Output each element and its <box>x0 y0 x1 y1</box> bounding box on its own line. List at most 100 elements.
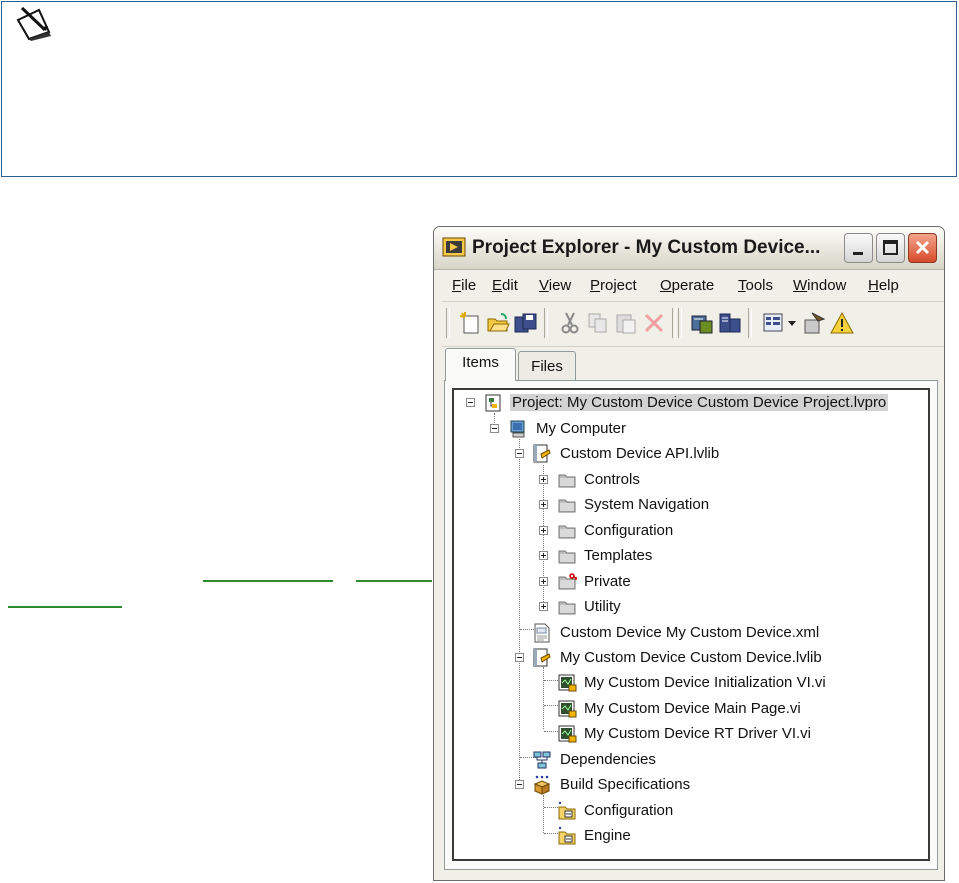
delete-icon[interactable] <box>642 311 666 335</box>
menu-operate[interactable]: Operate <box>660 277 714 294</box>
tree-item-label: Build Specifications <box>560 776 691 793</box>
note-icon <box>16 6 51 41</box>
tree-item-label: My Custom Device RT Driver VI.vi <box>584 725 811 742</box>
toolbar-separator <box>748 308 752 338</box>
tree-item-custom-device-lvlib[interactable]: My Custom Device Custom Device.lvlib <box>454 645 928 670</box>
tree-item-main-page-vi[interactable]: My Custom Device Main Page.vi <box>454 696 928 721</box>
expand-toggle[interactable] <box>539 577 548 586</box>
title-bar[interactable]: Project Explorer - My Custom Device... <box>434 227 944 270</box>
menu-project[interactable]: Project <box>590 277 637 294</box>
tree-item-engine[interactable]: Engine <box>454 823 928 848</box>
close-button[interactable] <box>908 233 937 263</box>
menu-edit[interactable]: Edit <box>492 277 518 294</box>
tree-item-system-navigation[interactable]: System Navigation <box>454 492 928 517</box>
tree-item-label: Configuration <box>584 802 674 819</box>
folder-icon <box>558 474 576 488</box>
tree-item-label: My Custom Device Main Page.vi <box>584 700 801 717</box>
tree-item-label: Custom Device API.lvlib <box>560 445 720 462</box>
cut-icon[interactable] <box>558 311 582 335</box>
tree-item-label: Engine <box>584 827 631 844</box>
tree-item-label: Utility <box>584 598 621 615</box>
menu-view[interactable]: View <box>539 277 571 294</box>
tree-item-configuration-folder[interactable]: Configuration <box>454 518 928 543</box>
tree-item-utility[interactable]: Utility <box>454 594 928 619</box>
tree-item-label: My Custom Device Initialization VI.vi <box>584 674 826 691</box>
vi-icon <box>558 700 577 718</box>
tree-item-custom-device-api[interactable]: Custom Device API.lvlib <box>454 441 928 466</box>
tree-item-templates[interactable]: Templates <box>454 543 928 568</box>
tree-item-label: Project: My Custom Device Custom Device … <box>510 394 889 411</box>
hyperlink[interactable] <box>8 606 122 608</box>
tree-item-my-computer[interactable]: My Computer <box>454 416 928 441</box>
folder-icon <box>558 550 576 564</box>
project-tree[interactable]: Project: My Custom Device Custom Device … <box>452 388 930 861</box>
menu-file[interactable]: File <box>452 277 476 294</box>
build-icon[interactable] <box>690 311 714 335</box>
tree-item-initialization-vi[interactable]: My Custom Device Initialization VI.vi <box>454 670 928 695</box>
collapse-toggle[interactable] <box>515 780 524 789</box>
tree-item-xml-file[interactable]: Custom Device My Custom Device.xml <box>454 620 928 645</box>
vi-icon <box>558 674 577 692</box>
save-all-icon[interactable] <box>514 311 538 335</box>
warning-icon[interactable] <box>830 311 854 335</box>
tree-item-label: Configuration <box>584 522 674 539</box>
build-specifications-icon <box>533 775 551 795</box>
expand-toggle[interactable] <box>539 602 548 611</box>
private-folder-icon <box>558 573 577 590</box>
tree-item-label: Templates <box>584 547 653 564</box>
computer-icon <box>510 420 525 438</box>
folder-icon <box>558 601 576 615</box>
project-icon <box>485 394 501 412</box>
paste-icon[interactable] <box>614 311 638 335</box>
tree-item-label: Dependencies <box>560 751 656 768</box>
expand-toggle[interactable] <box>539 475 548 484</box>
new-icon[interactable] <box>458 311 482 335</box>
tab-files[interactable]: Files <box>518 351 576 381</box>
collapse-toggle[interactable] <box>490 424 499 433</box>
properties-icon[interactable] <box>802 311 826 335</box>
open-icon[interactable] <box>486 311 510 335</box>
expand-toggle[interactable] <box>539 500 548 509</box>
folder-icon <box>558 499 576 513</box>
tree-item-private[interactable]: Private <box>454 569 928 594</box>
view-options-icon[interactable] <box>762 311 786 335</box>
tree-item-build-configuration[interactable]: Configuration <box>454 798 928 823</box>
copy-icon[interactable] <box>586 311 610 335</box>
vi-icon <box>558 725 577 743</box>
hyperlink-area <box>0 575 440 615</box>
expand-toggle[interactable] <box>539 551 548 560</box>
items-panel: Project: My Custom Device Custom Device … <box>444 380 938 870</box>
minimize-icon <box>853 252 863 255</box>
dropdown-arrow-icon[interactable] <box>786 311 798 335</box>
collapse-toggle[interactable] <box>515 653 524 662</box>
menu-window[interactable]: Window <box>793 277 846 294</box>
toolbar-separator <box>544 308 548 338</box>
toolbar <box>442 301 944 347</box>
collapse-toggle[interactable] <box>515 449 524 458</box>
hyperlink[interactable] <box>356 580 432 582</box>
library-icon <box>533 444 551 463</box>
tree-item-label: My Custom Device Custom Device.lvlib <box>560 649 822 666</box>
collapse-toggle[interactable] <box>466 398 475 407</box>
tree-item-controls[interactable]: Controls <box>454 467 928 492</box>
build-spec-item-icon <box>558 826 576 845</box>
menu-tools[interactable]: Tools <box>738 277 773 294</box>
build-all-icon[interactable] <box>718 311 742 335</box>
tree-item-dependencies[interactable]: Dependencies <box>454 747 928 772</box>
minimize-button[interactable] <box>844 233 873 263</box>
tree-item-label: Custom Device My Custom Device.xml <box>560 624 820 641</box>
tree-item-project[interactable]: Project: My Custom Device Custom Device … <box>454 390 928 415</box>
window-title: Project Explorer - My Custom Device... <box>472 237 821 258</box>
tree-item-rt-driver-vi[interactable]: My Custom Device RT Driver VI.vi <box>454 721 928 746</box>
tree-item-label: System Navigation <box>584 496 710 513</box>
build-spec-item-icon <box>558 801 576 820</box>
tab-items[interactable]: Items <box>445 348 516 381</box>
tree-item-build-specifications[interactable]: Build Specifications <box>454 772 928 797</box>
expand-toggle[interactable] <box>539 526 548 535</box>
maximize-button[interactable] <box>876 233 905 263</box>
labview-app-icon <box>442 237 466 257</box>
xml-file-icon <box>534 623 550 643</box>
menu-help[interactable]: Help <box>868 277 899 294</box>
hyperlink[interactable] <box>203 580 333 582</box>
project-explorer-window: Project Explorer - My Custom Device... F… <box>433 226 945 881</box>
